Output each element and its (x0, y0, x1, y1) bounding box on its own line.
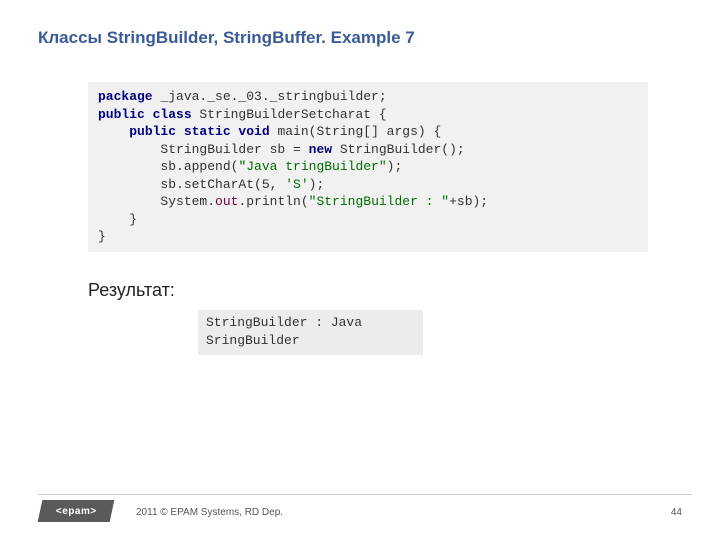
footer-copyright: 2011 © EPAM Systems, RD Dep. (136, 507, 283, 518)
code-text: sb.setCharAt(5, (98, 177, 285, 192)
code-block: package _java._se._03._stringbuilder; pu… (88, 82, 648, 252)
code-keyword: new (309, 142, 332, 157)
result-output: StringBuilder : Java SringBuilder (198, 310, 423, 355)
code-keyword: public static void (129, 124, 269, 139)
code-text: ); (309, 177, 325, 192)
code-string: 'S' (285, 177, 308, 192)
footer-divider (38, 494, 692, 495)
code-text: StringBuilder sb = (98, 142, 309, 157)
code-text: main(String[] args) { (270, 124, 442, 139)
code-text: .println( (238, 194, 308, 209)
code-keyword: public class (98, 107, 192, 122)
code-text: +sb); (449, 194, 488, 209)
code-text: ); (387, 159, 403, 174)
code-keyword: package (98, 89, 153, 104)
result-label: Результат: (88, 280, 175, 301)
code-text: _java._se._03._stringbuilder; (153, 89, 387, 104)
page-number: 44 (671, 507, 682, 518)
code-field: out (215, 194, 238, 209)
code-string: "Java tringBuilder" (238, 159, 386, 174)
slide-title: Классы StringBuilder, StringBuffer. Exam… (38, 28, 415, 48)
code-text: sb.append( (98, 159, 238, 174)
code-text: StringBuilderSetcharat { (192, 107, 387, 122)
code-text: } (98, 229, 106, 244)
code-text: System. (98, 194, 215, 209)
footer: <epam> 2011 © EPAM Systems, RD Dep. 44 (0, 494, 720, 522)
code-text: } (98, 212, 137, 227)
code-text: StringBuilder(); (332, 142, 465, 157)
logo-text: <epam> (56, 506, 97, 517)
epam-logo: <epam> (38, 500, 115, 522)
code-string: "StringBuilder : " (309, 194, 449, 209)
